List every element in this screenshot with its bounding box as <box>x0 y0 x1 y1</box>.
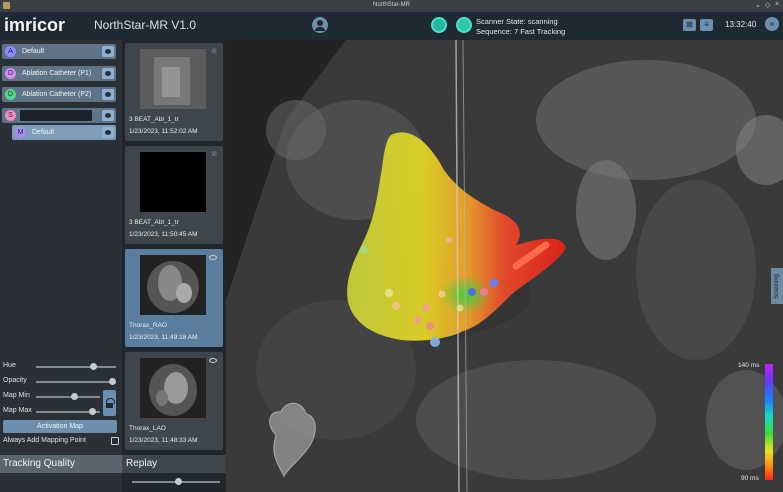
thumb-image <box>140 255 206 315</box>
map-min-slider-knob[interactable] <box>71 393 78 400</box>
thumb-time: 1/23/2023, 11:49:18 AM <box>129 334 198 341</box>
window-titlebar: NorthStar-MR ⌄ ◇ × <box>0 0 783 12</box>
eye-icon[interactable] <box>102 68 114 79</box>
series-thumb[interactable]: ⊘ 3 BEAT_Abl_1_tr 1/23/2023, 11:52:02 AM <box>125 43 223 141</box>
activation-colorbar <box>765 364 773 480</box>
layer-badge: D <box>5 68 16 79</box>
scanner-state-icon <box>456 17 472 33</box>
thumb-name: 3 BEAT_Abl_1_tr <box>129 219 179 226</box>
scanning-tab[interactable]: Scanning <box>771 268 783 304</box>
hue-slider-knob[interactable] <box>90 363 97 370</box>
scanner-state-text: Scanner State: scanning <box>476 17 558 26</box>
hue-slider-row: Hue <box>3 360 121 372</box>
tracking-quality-header[interactable]: Tracking Quality <box>0 455 122 473</box>
layer-row-map-default[interactable]: M Default <box>12 125 116 140</box>
series-thumb[interactable]: ⊘ 3 BEAT_Abl_1_tr 1/23/2023, 11:50:45 AM <box>125 146 223 244</box>
clock: 13:32:40 <box>725 20 757 29</box>
app-title: NorthStar-MR V1.0 <box>94 18 197 32</box>
hue-track[interactable] <box>36 366 116 368</box>
layer-label: Default <box>22 48 45 55</box>
menu-button[interactable]: ≡ <box>700 19 713 31</box>
eye-icon[interactable] <box>209 358 217 363</box>
logo: imricor <box>4 15 66 35</box>
sequence-text: Sequence: 7 Fast Tracking <box>476 27 566 36</box>
thumb-image-art <box>140 49 206 109</box>
layer-badge: A <box>5 46 16 57</box>
series-thumb[interactable]: Thorax_LAO 1/23/2023, 11:48:33 AM <box>125 352 223 450</box>
eye-icon[interactable] <box>102 110 114 121</box>
scanner-status: Scanner State: scanning Sequence: 7 Fast… <box>476 17 565 37</box>
mri-image[interactable] <box>226 40 783 492</box>
thumb-time: 1/23/2023, 11:50:45 AM <box>129 231 198 238</box>
thumb-image <box>140 358 206 418</box>
thumb-image-art <box>140 255 206 315</box>
thumb-image <box>140 49 206 109</box>
thumb-name: Thorax_LAO <box>129 425 166 432</box>
layer-label: Ablation Catheter (P2) <box>22 91 92 98</box>
eye-icon[interactable] <box>102 89 114 100</box>
always-add-row: Always Add Mapping Point <box>3 437 119 447</box>
thumb-time: 1/23/2023, 11:52:02 AM <box>129 128 198 135</box>
layer-row-surface[interactable]: S <box>2 108 116 123</box>
close-window-icon[interactable]: × <box>775 1 779 8</box>
fingerprint-icon[interactable] <box>431 17 447 33</box>
layers-panel: A Default D Ablation Catheter (P1) D Abl… <box>0 40 122 492</box>
replay-header[interactable]: Replay <box>122 455 226 473</box>
eye-icon[interactable] <box>209 255 217 260</box>
layer-badge: D <box>5 89 16 100</box>
activation-map-button[interactable]: Activation Map <box>3 420 117 433</box>
layer-row-catheter-p1[interactable]: D Ablation Catheter (P1) <box>2 66 116 81</box>
opacity-track[interactable] <box>36 381 116 383</box>
user-icon[interactable] <box>312 17 328 33</box>
lock-icon[interactable] <box>103 390 116 416</box>
replay-slider-knob[interactable] <box>175 478 182 485</box>
surface-name-input[interactable] <box>20 110 92 121</box>
always-add-label: Always Add Mapping Point <box>3 437 86 444</box>
opacity-slider-knob[interactable] <box>109 378 116 385</box>
eye-icon[interactable] <box>102 46 114 57</box>
map-max-label: Map Max <box>3 407 32 414</box>
thumb-time: 1/23/2023, 11:48:33 AM <box>129 437 198 444</box>
eye-icon[interactable] <box>102 127 114 138</box>
close-button[interactable]: × <box>765 17 779 31</box>
legend-min-label: 90 ms <box>741 475 759 482</box>
thumb-image-art <box>140 358 206 418</box>
map-max-slider-knob[interactable] <box>89 408 96 415</box>
hidden-eye-icon[interactable]: ⊘ <box>211 150 217 158</box>
map-min-track[interactable] <box>36 396 100 398</box>
hidden-eye-icon[interactable]: ⊘ <box>211 47 217 55</box>
minimize-icon[interactable]: ⌄ <box>755 1 761 9</box>
restore-icon[interactable]: ◇ <box>765 1 770 9</box>
thumb-image <box>140 152 206 212</box>
app-header: imricor NorthStar-MR V1.0 Scanner State:… <box>0 12 783 40</box>
window-title: NorthStar-MR <box>372 2 410 8</box>
opacity-label: Opacity <box>3 377 27 384</box>
always-add-checkbox[interactable] <box>111 437 119 445</box>
opacity-slider-row: Opacity <box>3 375 121 387</box>
layer-label: Ablation Catheter (P1) <box>22 70 92 77</box>
series-thumb-selected[interactable]: Thorax_RAO 1/23/2023, 11:49:18 AM <box>125 249 223 347</box>
layer-row-default[interactable]: A Default <box>2 44 116 59</box>
layer-badge: M <box>15 127 26 138</box>
layer-row-catheter-p2[interactable]: D Ablation Catheter (P2) <box>2 87 116 102</box>
screenshot-button[interactable]: ⊠ <box>683 19 696 31</box>
map-min-label: Map Min <box>3 392 30 399</box>
thumb-name: Thorax_RAO <box>129 322 167 329</box>
layer-label: Default <box>32 129 55 136</box>
mri-viewport[interactable] <box>226 40 783 492</box>
series-panel: ⊘ 3 BEAT_Abl_1_tr 1/23/2023, 11:52:02 AM… <box>122 40 226 492</box>
legend-max-label: 140 ms <box>738 362 760 369</box>
hue-label: Hue <box>3 362 16 369</box>
thumb-name: 3 BEAT_Abl_1_tr <box>129 116 179 123</box>
layer-badge: S <box>5 110 16 121</box>
